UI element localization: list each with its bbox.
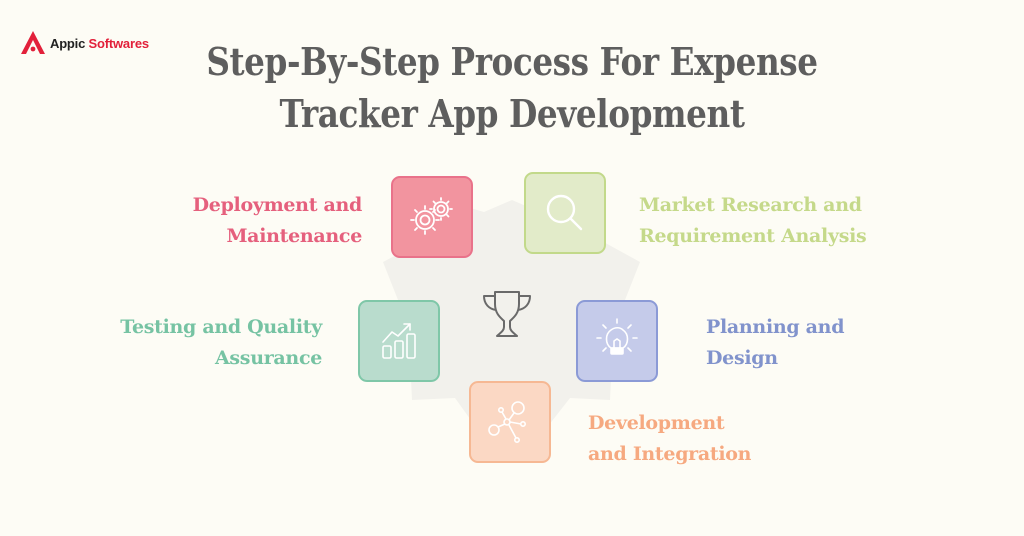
trophy-icon [483,291,531,337]
triangle-a-logo-icon [21,31,45,54]
step-label-testing-qa: Testing and Quality Assurance [120,312,322,374]
step-box-market-research [524,172,606,254]
network-icon [488,401,526,443]
step-label-line-2: and Integration [588,443,752,465]
title-line-1: Step-By-Step Process For Expense [206,39,818,84]
step-label-deployment-maintenance: Deployment and Maintenance [192,190,363,252]
step-label-market-research: Market Research and Requirement Analysis [639,190,867,252]
step-box-planning-design [576,300,658,382]
step-label-line-2: Assurance [214,347,322,369]
growth-chart-icon [382,323,416,359]
step-label-line-1: Development [588,412,725,434]
step-label-planning-design: Planning and Design [706,312,844,374]
step-label-line-2: Requirement Analysis [639,225,867,247]
step-box-development-integration [469,381,551,463]
step-label-development-integration: Development and Integration [588,408,751,470]
step-label-line-1: Market Research and [639,194,862,216]
step-label-line-1: Planning and [706,316,845,338]
step-box-deployment-maintenance [391,176,473,258]
step-box-testing-qa [358,300,440,382]
step-label-line-2: Design [706,347,778,369]
gears-icon [410,197,453,235]
step-label-line-2: Maintenance [226,225,362,247]
step-label-line-1: Deployment and [192,194,363,216]
lightbulb-icon [596,318,638,355]
page-title: Step-By-Step Process For Expense Tracker… [72,36,953,140]
step-label-line-1: Testing and Quality [120,316,322,338]
title-line-2: Tracker App Development [279,91,745,136]
search-icon [546,194,583,231]
